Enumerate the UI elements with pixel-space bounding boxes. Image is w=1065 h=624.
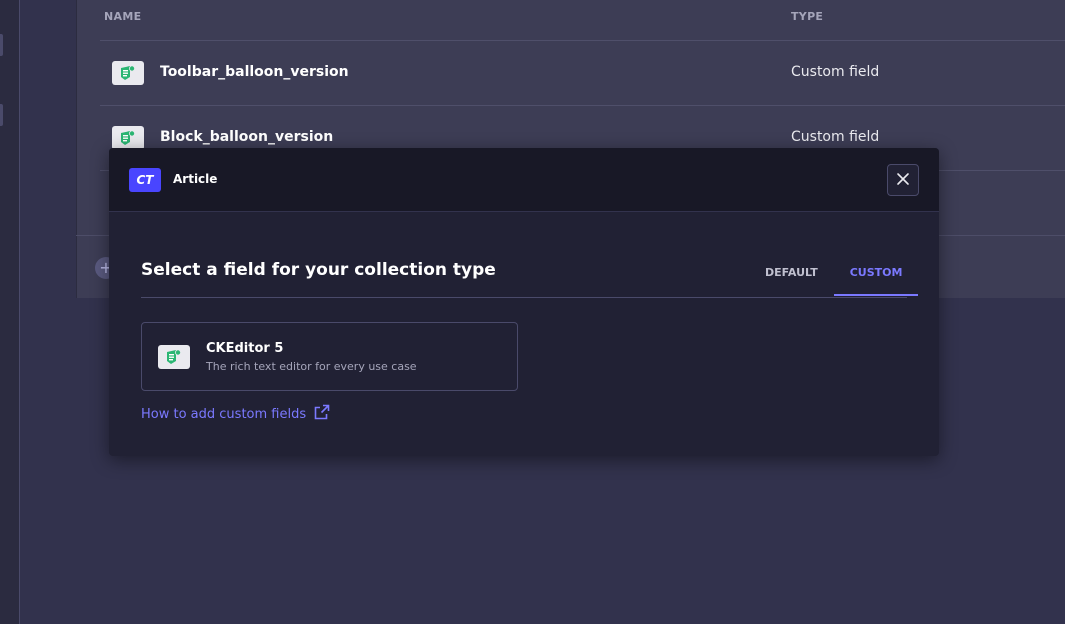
field-option-title: CKEditor 5 (206, 341, 284, 356)
tab-default[interactable]: DEFAULT (749, 256, 834, 296)
column-header-name: NAME (104, 10, 142, 23)
field-option-ckeditor[interactable]: CKEditor 5 The rich text editor for ever… (141, 322, 518, 391)
tab-custom[interactable]: CUSTOM (833, 256, 919, 296)
field-name: Block_balloon_version (160, 129, 334, 145)
field-tabs: DEFAULT CUSTOM (749, 256, 919, 298)
close-button[interactable] (887, 164, 919, 196)
ckeditor-icon (158, 345, 190, 369)
modal-title: Select a field for your collection type (141, 260, 496, 280)
external-link-icon (314, 404, 330, 424)
rail-tab (0, 34, 3, 56)
field-type: Custom field (791, 64, 880, 80)
help-link-label: How to add custom fields (141, 406, 307, 422)
column-header-type: TYPE (791, 10, 824, 23)
field-option-description: The rich text editor for every use case (206, 360, 417, 373)
ckeditor-icon (112, 126, 144, 150)
tabs-divider (141, 297, 907, 298)
close-icon (896, 171, 910, 190)
left-rail (0, 0, 20, 624)
help-link[interactable]: How to add custom fields (141, 404, 330, 424)
table-row[interactable]: Toolbar_balloon_version Custom field (100, 40, 1065, 105)
modal-header-title: Article (173, 172, 218, 186)
ckeditor-icon (112, 61, 144, 85)
field-type: Custom field (791, 129, 880, 145)
content-type-badge: CT (129, 168, 161, 192)
rail-tab (0, 104, 3, 126)
field-name: Toolbar_balloon_version (160, 64, 349, 80)
modal-header: CT Article (109, 148, 939, 212)
select-field-modal: CT Article Select a field for your colle… (109, 148, 939, 456)
